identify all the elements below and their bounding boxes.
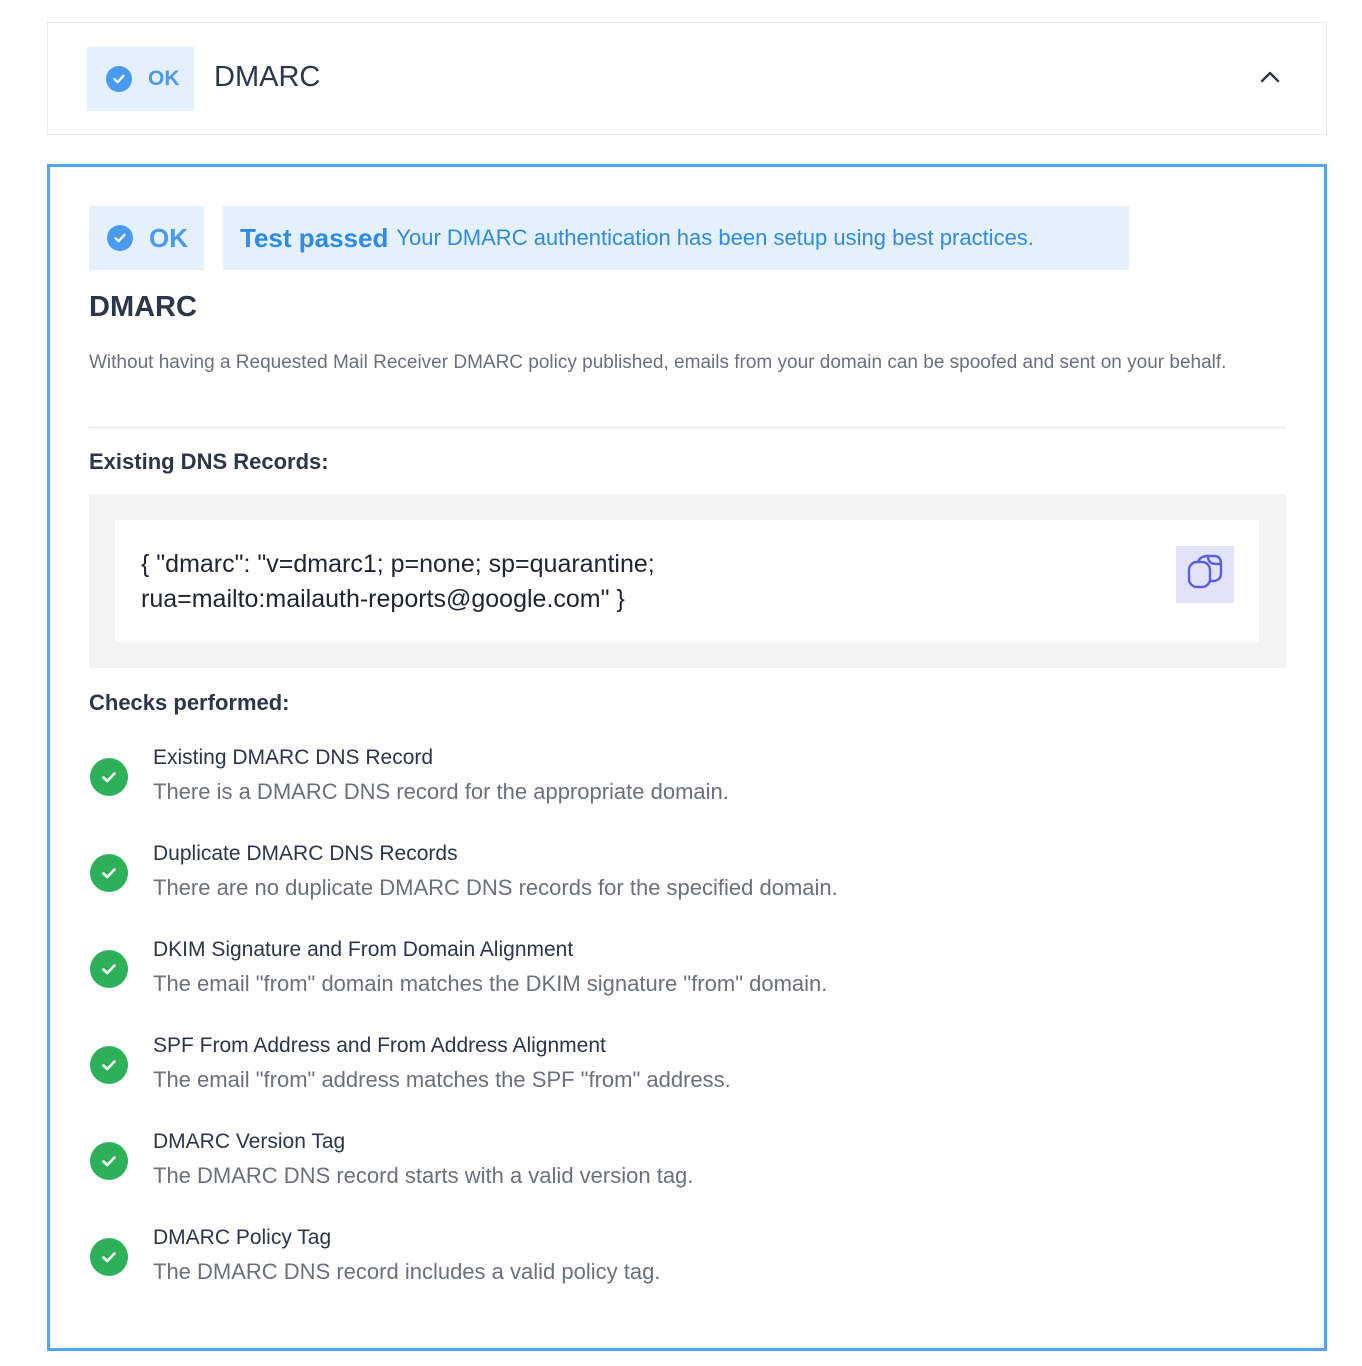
check-description: There is a DMARC DNS record for the appr… bbox=[153, 779, 729, 804]
list-item: Duplicate DMARC DNS Records There are no… bbox=[89, 836, 1239, 932]
check-description: The email "from" address matches the SPF… bbox=[153, 1067, 731, 1092]
dns-record-value[interactable]: { "dmarc": "v=dmarc1; p=none; sp=quarant… bbox=[141, 547, 1121, 617]
list-item: DKIM Signature and From Domain Alignment… bbox=[89, 932, 1239, 1028]
chevron-up-icon[interactable] bbox=[1258, 67, 1282, 87]
check-icon bbox=[90, 1046, 128, 1084]
check-description: There are no duplicate DMARC DNS records… bbox=[153, 875, 838, 900]
dmarc-details-panel: OK Test passed Your DMARC authentication… bbox=[47, 164, 1327, 1351]
checks-heading: Checks performed: bbox=[89, 690, 290, 715]
check-icon bbox=[90, 1238, 128, 1276]
check-description: The DMARC DNS record starts with a valid… bbox=[153, 1163, 694, 1188]
dns-records-heading: Existing DNS Records: bbox=[89, 449, 329, 474]
list-item: DMARC Version Tag The DMARC DNS record s… bbox=[89, 1124, 1239, 1220]
list-item: DMARC Policy Tag The DMARC DNS record in… bbox=[89, 1220, 1239, 1316]
check-circle-icon bbox=[106, 66, 132, 92]
header-title: DMARC bbox=[214, 61, 321, 93]
check-name: Existing DMARC DNS Record bbox=[153, 746, 434, 769]
check-icon bbox=[90, 758, 128, 796]
result-label: Test passed bbox=[240, 222, 389, 253]
check-description: The DMARC DNS record includes a valid po… bbox=[153, 1259, 661, 1284]
dns-record-card: { "dmarc": "v=dmarc1; p=none; sp=quarant… bbox=[115, 520, 1259, 642]
list-item: Existing DMARC DNS Record There is a DMA… bbox=[89, 740, 1239, 836]
dmarc-header[interactable]: OK DMARC bbox=[47, 22, 1327, 135]
check-icon bbox=[90, 950, 128, 988]
status-badge: OK bbox=[89, 206, 204, 270]
result-banner: Test passed Your DMARC authentication ha… bbox=[223, 206, 1129, 270]
check-name: DMARC Version Tag bbox=[153, 1130, 346, 1153]
check-name: DMARC Policy Tag bbox=[153, 1226, 332, 1249]
check-description: The email "from" domain matches the DKIM… bbox=[153, 971, 828, 996]
check-icon bbox=[90, 1142, 128, 1180]
check-circle-icon bbox=[107, 225, 133, 251]
result-message: Your DMARC authentication has been setup… bbox=[396, 225, 1034, 250]
check-name: DKIM Signature and From Domain Alignment bbox=[153, 938, 574, 961]
check-icon bbox=[90, 854, 128, 892]
checks-list: Existing DMARC DNS Record There is a DMA… bbox=[89, 740, 1239, 1316]
status-badge: OK bbox=[87, 47, 194, 111]
copy-icon bbox=[1186, 553, 1224, 596]
dns-record-line: rua=mailto:mailauth-reports@google.com" … bbox=[141, 585, 625, 613]
section-description: Without having a Requested Mail Receiver… bbox=[89, 352, 1227, 373]
dns-records-box: { "dmarc": "v=dmarc1; p=none; sp=quarant… bbox=[89, 494, 1286, 668]
status-label: OK bbox=[149, 222, 188, 253]
list-item: SPF From Address and From Address Alignm… bbox=[89, 1028, 1239, 1124]
divider bbox=[89, 427, 1286, 428]
check-name: Duplicate DMARC DNS Records bbox=[153, 842, 458, 865]
check-name: SPF From Address and From Address Alignm… bbox=[153, 1034, 606, 1057]
section-title: DMARC bbox=[89, 291, 197, 323]
dns-record-line: { "dmarc": "v=dmarc1; p=none; sp=quarant… bbox=[141, 550, 655, 578]
status-label: OK bbox=[148, 67, 180, 90]
copy-button[interactable] bbox=[1176, 546, 1234, 603]
